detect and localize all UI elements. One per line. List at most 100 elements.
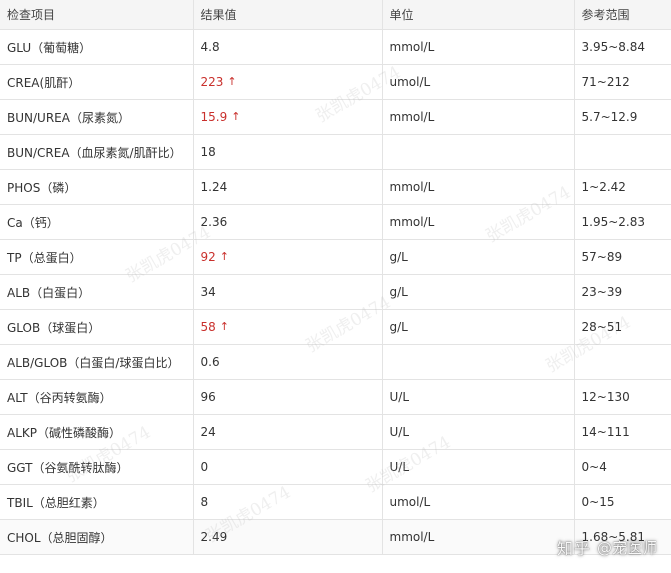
cell-value: 96 bbox=[193, 379, 383, 415]
table-row: ALB/GLOB（白蛋白/球蛋白比） 0.6 bbox=[0, 344, 671, 380]
cell-item: TP（总蛋白） bbox=[0, 239, 194, 275]
cell-range: 3.95~8.84 bbox=[574, 29, 671, 65]
result-value: 2.36 bbox=[200, 215, 228, 229]
cell-range: 5.7~12.9 bbox=[574, 99, 671, 135]
cell-unit: g/L bbox=[382, 309, 575, 345]
header-value: 结果值 bbox=[193, 0, 383, 30]
credit-author: @宠医师 bbox=[596, 538, 657, 557]
result-value: 0.6 bbox=[200, 355, 220, 369]
table-row: GLU（葡萄糖） 4.8 mmol/L 3.95~8.84 bbox=[0, 29, 671, 65]
cell-unit: g/L bbox=[382, 274, 575, 310]
result-value: 15.9 bbox=[200, 110, 228, 124]
result-value: 34 bbox=[200, 285, 216, 299]
table-row: ALB（白蛋白） 34 g/L 23~39 bbox=[0, 274, 671, 310]
cell-item: GLU（葡萄糖） bbox=[0, 29, 194, 65]
result-value: 24 bbox=[200, 425, 216, 439]
source-credit: 知乎 @宠医师 bbox=[557, 535, 657, 559]
cell-item: GLOB（球蛋白） bbox=[0, 309, 194, 345]
table-row: BUN/CREA（血尿素氮/肌酐比） 18 bbox=[0, 134, 671, 170]
cell-range: 71~212 bbox=[574, 64, 671, 100]
cell-unit: U/L bbox=[382, 414, 575, 450]
header-range: 参考范围 bbox=[574, 0, 671, 30]
table-row: TP（总蛋白） 92 ↑ g/L 57~89 bbox=[0, 239, 671, 275]
cell-range: 0~15 bbox=[574, 484, 671, 520]
credit-brand: 知乎 bbox=[556, 539, 591, 558]
cell-unit: umol/L bbox=[382, 484, 575, 520]
cell-unit: g/L bbox=[382, 239, 575, 275]
result-value: 1.24 bbox=[200, 180, 228, 194]
result-value: 18 bbox=[200, 145, 216, 159]
header-item: 检查项目 bbox=[0, 0, 194, 30]
result-value: 8 bbox=[200, 495, 209, 509]
cell-value: 223 ↑ bbox=[193, 64, 383, 100]
cell-range: 28~51 bbox=[574, 309, 671, 345]
cell-range: 23~39 bbox=[574, 274, 671, 310]
cell-unit: mmol/L bbox=[382, 519, 575, 555]
table-row: GGT（谷氨酰转肽酶） 0 U/L 0~4 bbox=[0, 449, 671, 485]
cell-value: 1.24 bbox=[193, 169, 383, 205]
header-unit: 单位 bbox=[382, 0, 575, 30]
cell-item: ALT（谷丙转氨酶） bbox=[0, 379, 194, 415]
result-value: 92 bbox=[200, 250, 216, 264]
cell-range: 57~89 bbox=[574, 239, 671, 275]
table-row: GLOB（球蛋白） 58 ↑ g/L 28~51 bbox=[0, 309, 671, 345]
cell-range: 12~130 bbox=[574, 379, 671, 415]
table-header: 检查项目 结果值 单位 参考范围 bbox=[0, 0, 671, 30]
cell-range bbox=[574, 134, 671, 170]
cell-value: 8 bbox=[193, 484, 383, 520]
cell-unit bbox=[382, 134, 575, 170]
cell-unit: U/L bbox=[382, 449, 575, 485]
cell-range: 1.95~2.83 bbox=[574, 204, 671, 240]
cell-unit: mmol/L bbox=[382, 204, 575, 240]
cell-range: 14~111 bbox=[574, 414, 671, 450]
cell-item: CREA(肌酐） bbox=[0, 64, 194, 100]
table-row: ALKP（碱性磷酸酶） 24 U/L 14~111 bbox=[0, 414, 671, 450]
header-row: 检查项目 结果值 单位 参考范围 bbox=[0, 0, 671, 30]
cell-item: BUN/CREA（血尿素氮/肌酐比） bbox=[0, 134, 194, 170]
high-flag-icon: ↑ bbox=[219, 320, 229, 333]
high-flag-icon: ↑ bbox=[219, 250, 229, 263]
cell-value: 58 ↑ bbox=[193, 309, 383, 345]
cell-value: 2.49 bbox=[193, 519, 383, 555]
lab-results-table: 检查项目 结果值 单位 参考范围 GLU（葡萄糖） 4.8 mmol/L 3.95~8… bbox=[0, 0, 671, 555]
result-value: 223 bbox=[200, 75, 224, 89]
cell-range bbox=[574, 344, 671, 380]
high-flag-icon: ↑ bbox=[227, 75, 237, 88]
cell-range: 1~2.42 bbox=[574, 169, 671, 205]
cell-unit: mmol/L bbox=[382, 99, 575, 135]
cell-item: PHOS（磷） bbox=[0, 169, 194, 205]
table-row: ALT（谷丙转氨酶） 96 U/L 12~130 bbox=[0, 379, 671, 415]
cell-item: Ca（钙） bbox=[0, 204, 194, 240]
high-flag-icon: ↑ bbox=[231, 110, 241, 123]
table-row: TBIL（总胆红素） 8 umol/L 0~15 bbox=[0, 484, 671, 520]
cell-item: TBIL（总胆红素） bbox=[0, 484, 194, 520]
cell-unit: mmol/L bbox=[382, 169, 575, 205]
result-value: 0 bbox=[200, 460, 209, 474]
cell-item: ALKP（碱性磷酸酶） bbox=[0, 414, 194, 450]
table-row: PHOS（磷） 1.24 mmol/L 1~2.42 bbox=[0, 169, 671, 205]
cell-value: 24 bbox=[193, 414, 383, 450]
table-body: GLU（葡萄糖） 4.8 mmol/L 3.95~8.84 CREA(肌酐） 223 ↑ um… bbox=[0, 29, 671, 555]
result-value: 58 bbox=[200, 320, 216, 334]
table-row: BUN/UREA（尿素氮） 15.9 ↑ mmol/L 5.7~12.9 bbox=[0, 99, 671, 135]
cell-item: CHOL（总胆固醇） bbox=[0, 519, 194, 555]
cell-value: 4.8 bbox=[193, 29, 383, 65]
cell-unit: umol/L bbox=[382, 64, 575, 100]
cell-value: 34 bbox=[193, 274, 383, 310]
cell-value: 15.9 ↑ bbox=[193, 99, 383, 135]
result-value: 2.49 bbox=[200, 530, 228, 544]
cell-unit bbox=[382, 344, 575, 380]
cell-value: 18 bbox=[193, 134, 383, 170]
cell-unit: U/L bbox=[382, 379, 575, 415]
cell-value: 2.36 bbox=[193, 204, 383, 240]
cell-value: 92 ↑ bbox=[193, 239, 383, 275]
cell-item: BUN/UREA（尿素氮） bbox=[0, 99, 194, 135]
cell-value: 0.6 bbox=[193, 344, 383, 380]
cell-range: 0~4 bbox=[574, 449, 671, 485]
table-row: CREA(肌酐） 223 ↑ umol/L 71~212 bbox=[0, 64, 671, 100]
table-row: Ca（钙） 2.36 mmol/L 1.95~2.83 bbox=[0, 204, 671, 240]
cell-item: ALB/GLOB（白蛋白/球蛋白比） bbox=[0, 344, 194, 380]
result-value: 96 bbox=[200, 390, 216, 404]
cell-item: GGT（谷氨酰转肽酶） bbox=[0, 449, 194, 485]
cell-item: ALB（白蛋白） bbox=[0, 274, 194, 310]
